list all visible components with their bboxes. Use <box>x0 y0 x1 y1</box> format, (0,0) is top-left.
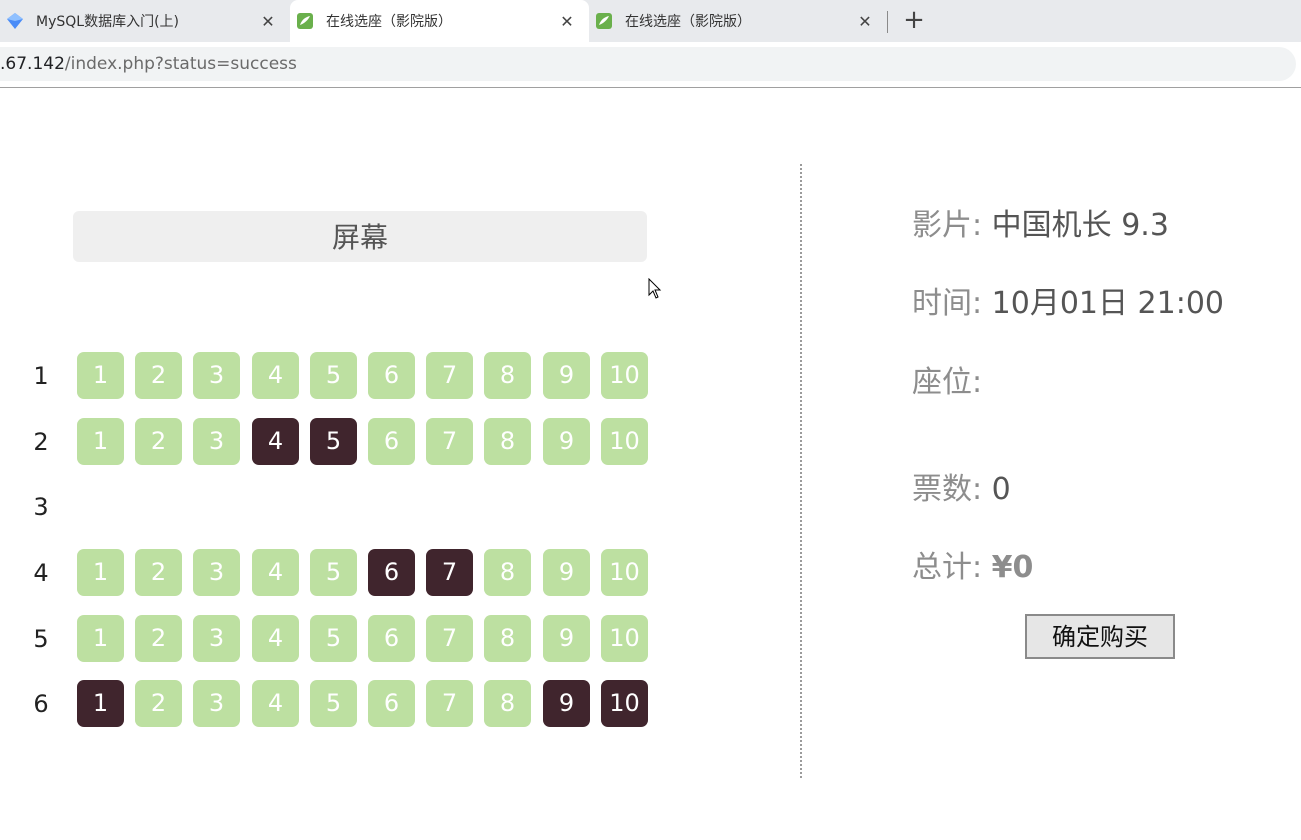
tickets-value: 0 <box>991 472 1011 507</box>
seat-available[interactable]: 8 <box>484 418 531 465</box>
seat-sold: 10 <box>601 680 648 727</box>
close-icon[interactable]: ✕ <box>855 12 875 31</box>
seat-available[interactable]: 7 <box>426 680 473 727</box>
tab-seat-selection[interactable]: 在线选座（影院版） ✕ <box>589 0 887 42</box>
seat-available[interactable]: 9 <box>543 352 590 399</box>
seat-available[interactable]: 4 <box>252 615 299 662</box>
seat-sold: 7 <box>426 549 473 596</box>
seat-available[interactable]: 2 <box>135 680 182 727</box>
total-info: 总计: ¥0 <box>912 542 1033 586</box>
seat-label: 座位: <box>912 365 983 400</box>
seat-available[interactable]: 5 <box>310 680 357 727</box>
seat-available[interactable]: 3 <box>193 352 240 399</box>
close-icon[interactable]: ✕ <box>258 12 278 31</box>
seat-available[interactable]: 1 <box>77 615 124 662</box>
time-info: 时间: 10月01日 21:00 <box>912 278 1224 322</box>
row-label: 3 <box>33 493 49 521</box>
browser-tab-strip: MySQL数据库入门(上) ✕ 在线选座（影院版） ✕ 在线选座（影院版） ✕ … <box>0 0 1301 42</box>
tab-seat-selection-active[interactable]: 在线选座（影院版） ✕ <box>290 0 589 42</box>
seat-available[interactable]: 10 <box>601 418 648 465</box>
seat-available[interactable]: 3 <box>193 418 240 465</box>
seat-available[interactable]: 5 <box>310 352 357 399</box>
seat-available[interactable]: 2 <box>135 615 182 662</box>
seat-available[interactable]: 8 <box>484 549 531 596</box>
seat-available[interactable]: 4 <box>252 680 299 727</box>
seat-available[interactable]: 8 <box>484 615 531 662</box>
time-value: 10月01日 21:00 <box>991 286 1224 321</box>
close-icon[interactable]: ✕ <box>557 12 577 31</box>
currency-symbol: ¥ <box>991 550 1013 585</box>
movie-info: 影片: 中国机长 9.3 <box>912 200 1169 244</box>
seat-available[interactable]: 6 <box>368 418 415 465</box>
seat-available[interactable]: 3 <box>193 680 240 727</box>
cinema-screen: 屏幕 <box>73 211 647 262</box>
seat-sold: 1 <box>77 680 124 727</box>
diamond-logo-icon <box>6 12 24 30</box>
seat-available[interactable]: 6 <box>368 680 415 727</box>
seat-available[interactable]: 2 <box>135 352 182 399</box>
seat-available[interactable]: 9 <box>543 615 590 662</box>
seat-available[interactable]: 8 <box>484 352 531 399</box>
tab-separator <box>887 11 888 33</box>
url-path: /index.php?status=success <box>64 54 297 74</box>
row-label: 6 <box>33 690 49 718</box>
seat-available[interactable]: 2 <box>135 549 182 596</box>
seat-available[interactable]: 5 <box>310 549 357 596</box>
row-label: 4 <box>33 559 49 587</box>
tab-mysql[interactable]: MySQL数据库入门(上) ✕ <box>0 0 290 42</box>
address-bar: .67.142/index.php?status=success <box>0 42 1301 88</box>
leaf-logo-icon <box>296 12 314 30</box>
seat-available[interactable]: 4 <box>252 352 299 399</box>
seat-sold: 4 <box>252 418 299 465</box>
url-field[interactable]: .67.142/index.php?status=success <box>0 47 1296 81</box>
movie-label: 影片: <box>912 208 983 243</box>
new-tab-button[interactable]: + <box>899 6 929 36</box>
tab-title: 在线选座（影院版） <box>625 14 751 30</box>
confirm-purchase-button[interactable]: 确定购买 <box>1025 614 1175 659</box>
seat-available[interactable]: 1 <box>77 549 124 596</box>
seat-available[interactable]: 10 <box>601 549 648 596</box>
total-value: 0 <box>1012 550 1034 585</box>
seat-available[interactable]: 9 <box>543 549 590 596</box>
seat-available[interactable]: 6 <box>368 615 415 662</box>
seat-available[interactable]: 6 <box>368 352 415 399</box>
seat-available[interactable]: 8 <box>484 680 531 727</box>
seat-available[interactable]: 1 <box>77 418 124 465</box>
seat-sold: 9 <box>543 680 590 727</box>
dotted-divider <box>800 164 802 778</box>
seat-sold: 5 <box>310 418 357 465</box>
seat-available[interactable]: 10 <box>601 615 648 662</box>
url-host: .67.142 <box>0 54 65 74</box>
total-label: 总计: <box>912 550 983 585</box>
seat-available[interactable]: 5 <box>310 615 357 662</box>
row-label: 1 <box>33 362 49 390</box>
seat-available[interactable]: 1 <box>77 352 124 399</box>
seat-available[interactable]: 10 <box>601 352 648 399</box>
seat-available[interactable]: 2 <box>135 418 182 465</box>
seat-available[interactable]: 3 <box>193 615 240 662</box>
seat-available[interactable]: 3 <box>193 549 240 596</box>
seat-available[interactable]: 7 <box>426 418 473 465</box>
time-label: 时间: <box>912 286 983 321</box>
seat-sold: 6 <box>368 549 415 596</box>
tab-title: 在线选座（影院版） <box>326 14 452 30</box>
tickets-label: 票数: <box>912 472 983 507</box>
row-label: 5 <box>33 625 49 653</box>
seat-available[interactable]: 4 <box>252 549 299 596</box>
mouse-pointer-icon <box>648 278 662 299</box>
tab-title: MySQL数据库入门(上) <box>36 14 179 30</box>
seat-available[interactable]: 9 <box>543 418 590 465</box>
leaf-logo-icon <box>595 12 613 30</box>
seat-available[interactable]: 7 <box>426 615 473 662</box>
seat-available[interactable]: 7 <box>426 352 473 399</box>
movie-value: 中国机长 9.3 <box>991 208 1169 243</box>
seat-info: 座位: <box>912 357 982 401</box>
row-label: 2 <box>33 428 49 456</box>
tickets-info: 票数: 0 <box>912 464 1011 508</box>
